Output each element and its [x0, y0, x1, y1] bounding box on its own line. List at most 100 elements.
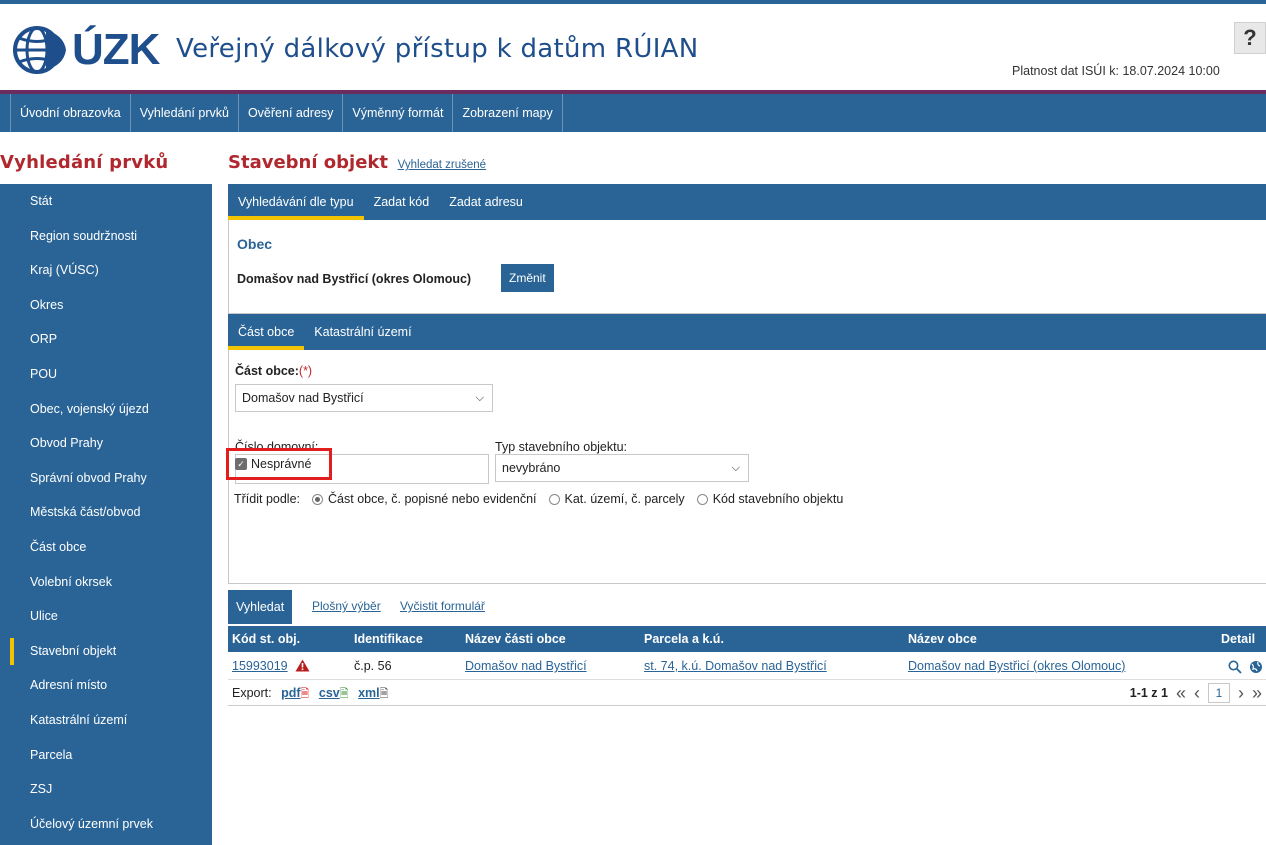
sort-options: Třídit podle: Část obce, č. popisné nebo… [234, 492, 843, 506]
nav-vymenny-format[interactable]: Výměnný formát [343, 94, 454, 132]
nav-zobrazeni-mapy[interactable]: Zobrazení mapy [453, 94, 563, 132]
table-header: Kód st. obj. Identifikace Název části ob… [228, 626, 1266, 652]
obec-panel: Obec Domašov nad Bystřicí (okres Olomouc… [228, 220, 1266, 314]
nespravne-highlight: ✓ Nesprávné [226, 448, 332, 480]
page-heading: Stavební objekt Vyhledat zrušené [228, 152, 486, 173]
search-cancelled-link[interactable]: Vyhledat zrušené [398, 159, 486, 171]
help-button[interactable]: ? [1234, 22, 1266, 54]
tab-katastralni-uzemi[interactable]: Katastrální území [304, 314, 421, 350]
col-parcela: Parcela a k.ú. [644, 632, 724, 646]
sidebar-item-zsj[interactable]: ZSJ [0, 772, 212, 807]
sort-option-kod[interactable]: Kód stavebního objektu [713, 492, 844, 506]
sort-option-kat-uzemi[interactable]: Kat. území, č. parcely [565, 492, 685, 506]
change-obec-button[interactable]: Změnit [501, 264, 554, 292]
export-links: Export: pdf🗎 csv🗎 xml🗎 [232, 680, 388, 707]
sidebar-item-pou[interactable]: POU [0, 357, 212, 392]
sort-radio-cast-obce[interactable] [312, 493, 324, 505]
typ-objektu-label: Typ stavebního objektu: [495, 440, 628, 454]
sidebar-item-stat[interactable]: Stát [0, 184, 212, 219]
sidebar-item-parcela[interactable]: Parcela [0, 738, 212, 773]
nav-uvodni-obrazovka[interactable]: Úvodní obrazovka [10, 94, 131, 132]
nespravne-checkbox-label[interactable]: Nesprávné [251, 457, 311, 471]
tab-zadat-adresu[interactable]: Zadat adresu [439, 184, 533, 220]
kod-link[interactable]: 15993019 [232, 659, 288, 673]
row-cast-obce-link[interactable]: Domašov nad Bystřicí [465, 652, 587, 680]
prev-page-icon[interactable]: ‹ [1194, 680, 1200, 706]
tab-vyhledavani-dle-typu[interactable]: Vyhledávání dle typu [228, 184, 364, 220]
sidebar-item-obvod-prahy[interactable]: Obvod Prahy [0, 426, 212, 461]
data-validity-text: Platnost dat ISÚI k: 18.07.2024 10:00 [1012, 64, 1220, 78]
results-table: Kód st. obj. Identifikace Název části ob… [228, 626, 1266, 706]
sidebar-item-spravni-obvod-prahy[interactable]: Správní obvod Prahy [0, 461, 212, 496]
table-row: 15993019 č.p. 56 Domašov nad Bystřicí st… [228, 652, 1266, 680]
pagination: 1-1 z 1 « ‹ 1 › » [1130, 680, 1262, 706]
sidebar-item-okres[interactable]: Okres [0, 288, 212, 323]
sidebar-item-volebni-okrsek[interactable]: Volební okrsek [0, 565, 212, 600]
sidebar: Stát Region soudržnosti Kraj (VÚSC) Okre… [0, 184, 212, 845]
sidebar-item-ulice[interactable]: Ulice [0, 599, 212, 634]
csv-file-icon: 🗎 [339, 688, 349, 700]
col-nazev-casti-obce: Název části obce [465, 632, 566, 646]
clear-form-link[interactable]: Vyčistit formulář [400, 599, 485, 613]
row-parcela-link[interactable]: st. 74, k.ú. Domašov nad Bystřicí [644, 652, 827, 680]
col-kod: Kód st. obj. [232, 632, 301, 646]
area-select-link[interactable]: Plošný výběr [312, 599, 381, 613]
sort-option-cast-obce[interactable]: Část obce, č. popisné nebo evidenční [328, 492, 536, 506]
typ-objektu-select-value: nevybráno [502, 461, 561, 475]
export-label: Export: [232, 686, 272, 700]
search-mode-tabs: Vyhledávání dle typu Zadat kód Zadat adr… [228, 184, 1266, 220]
app-title: Veřejný dálkový přístup k datům RÚIAN [176, 34, 699, 64]
search-button[interactable]: Vyhledat [228, 590, 293, 624]
area-tabs: Část obce Katastrální území [228, 314, 1266, 350]
nespravne-checkbox[interactable]: ✓ [235, 458, 247, 470]
sidebar-item-adresni-misto[interactable]: Adresní místo [0, 668, 212, 703]
sidebar-item-ucelovy-uzemni-prvek[interactable]: Účelový územní prvek [0, 807, 212, 842]
cast-obce-select-value: Domašov nad Bystřicí [242, 391, 364, 405]
export-row: Export: pdf🗎 csv🗎 xml🗎 1-1 z 1 « ‹ 1 › » [228, 680, 1266, 706]
obec-label: Obec [237, 236, 273, 252]
sidebar-item-mestska-cast[interactable]: Městská část/obvod [0, 495, 212, 530]
sidebar-title: Vyhledání prvků [0, 152, 169, 173]
sort-radio-kod[interactable] [696, 493, 708, 505]
sidebar-item-cast-obce[interactable]: Část obce [0, 530, 212, 565]
sort-label: Třídit podle: [234, 492, 301, 506]
nav-overeni-adresy[interactable]: Ověření adresy [239, 94, 344, 132]
tab-cast-obce[interactable]: Část obce [228, 314, 305, 350]
cast-obce-select[interactable]: Domašov nad Bystřicí ⌵ [235, 384, 493, 412]
sidebar-item-kraj[interactable]: Kraj (VÚSC) [0, 253, 212, 288]
globe-icon[interactable] [1249, 660, 1263, 674]
required-mark: (*) [298, 364, 313, 378]
main-nav: Úvodní obrazovka Vyhledání prvků Ověření… [0, 94, 1266, 132]
tab-zadat-kod[interactable]: Zadat kód [364, 184, 440, 220]
export-xml-link[interactable]: xml [358, 686, 380, 700]
nav-vyhledani-prvku[interactable]: Vyhledání prvků [131, 94, 239, 132]
search-icon[interactable] [1228, 660, 1242, 674]
sidebar-item-katastralni-uzemi[interactable]: Katastrální území [0, 703, 212, 738]
sort-radio-kat-uzemi[interactable] [548, 493, 560, 505]
warning-icon [295, 659, 310, 672]
chevron-down-icon: ⌵ [475, 392, 484, 404]
next-page-icon[interactable]: › [1238, 680, 1244, 706]
page-title: Stavební objekt [228, 152, 388, 173]
row-detail-icons [1228, 652, 1263, 680]
last-page-icon[interactable]: » [1252, 680, 1262, 706]
col-identifikace: Identifikace [354, 632, 423, 646]
page-number-input[interactable]: 1 [1207, 683, 1230, 703]
cuzk-logo[interactable]: ÚZK [10, 22, 160, 78]
export-csv-link[interactable]: csv [319, 686, 340, 700]
sidebar-item-region-soudrznosti[interactable]: Region soudržnosti [0, 219, 212, 254]
row-obec-link[interactable]: Domašov nad Bystřicí (okres Olomouc) [908, 652, 1125, 680]
pagination-range: 1-1 z 1 [1129, 686, 1168, 700]
col-nazev-obce: Název obce [908, 632, 977, 646]
cast-obce-label-text: Část obce: [235, 364, 299, 378]
typ-objektu-select[interactable]: nevybráno ⌵ [495, 454, 749, 482]
cast-obce-label: Část obce:(*) [235, 364, 312, 378]
export-pdf-link[interactable]: pdf [281, 686, 300, 700]
sidebar-item-orp[interactable]: ORP [0, 322, 212, 357]
sidebar-item-stavebni-objekt[interactable]: Stavební objekt [0, 634, 212, 669]
sidebar-item-obec[interactable]: Obec, vojenský újezd [0, 392, 212, 427]
header: ÚZK Veřejný dálkový přístup k datům RÚIA… [0, 4, 1266, 90]
logo-text: ÚZK [72, 25, 160, 74]
chevron-down-icon: ⌵ [731, 462, 740, 474]
first-page-icon[interactable]: « [1176, 680, 1186, 706]
